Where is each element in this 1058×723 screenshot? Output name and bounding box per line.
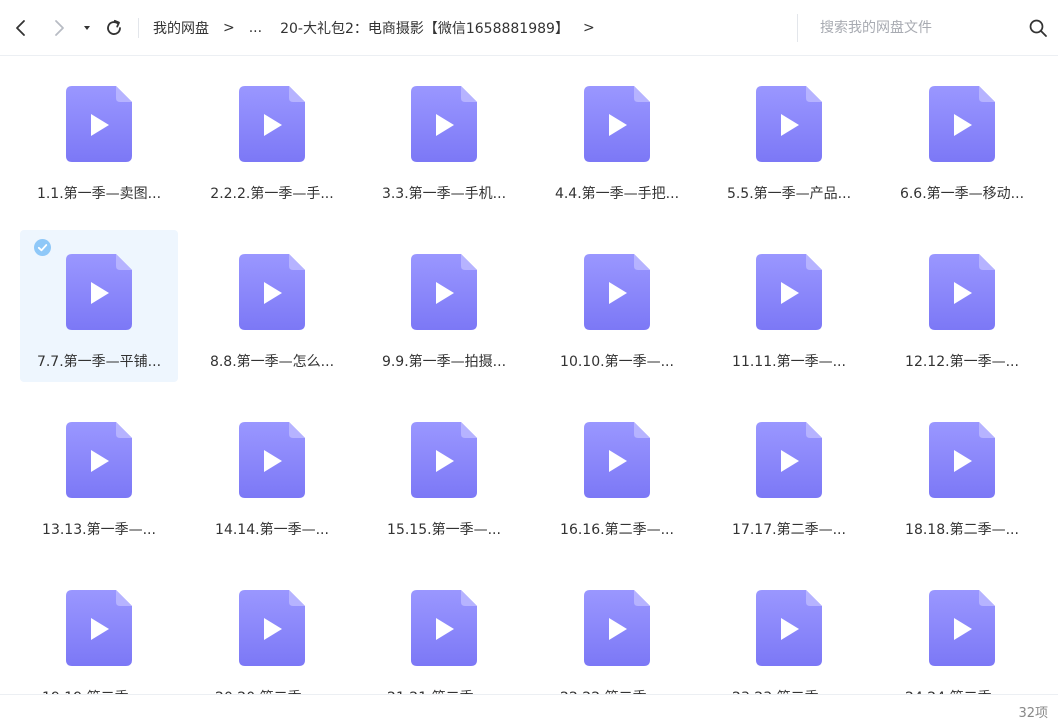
chevron-right-icon <box>55 20 64 36</box>
checkmark-icon[interactable] <box>34 239 51 256</box>
file-name: 19.19.第二季—... <box>20 687 178 694</box>
file-name: 11.11.第一季—... <box>732 354 846 370</box>
file-name: 17.17.第二季—... <box>732 522 846 538</box>
file-name: 22.22.第二季—... <box>538 687 696 694</box>
file-name: 3.3.第一季—手机... <box>381 186 507 202</box>
video-file-icon <box>584 422 650 498</box>
file-item[interactable]: 11.11.第一季—... <box>710 230 868 382</box>
video-file-icon <box>584 254 650 330</box>
video-file-icon <box>239 590 305 666</box>
video-file-icon <box>756 86 822 162</box>
file-item[interactable]: 6.6.第一季—移动... <box>883 62 1041 214</box>
file-item[interactable]: 18.18.第二季—... <box>883 398 1041 550</box>
file-name: 9.9.第一季—拍摄... <box>381 354 507 370</box>
breadcrumb-root[interactable]: 我的网盘 <box>153 18 209 38</box>
file-name: 7.7.第一季—平铺... <box>36 354 162 370</box>
video-file-icon <box>929 86 995 162</box>
file-name: 23.23.第二季—... <box>710 687 868 694</box>
video-file-icon <box>411 590 477 666</box>
video-file-icon <box>239 422 305 498</box>
file-item[interactable]: 2.2.2.第一季—手... <box>193 62 351 214</box>
file-name: 20.20.第二季—... <box>193 687 351 694</box>
file-item[interactable]: 3.3.第一季—手机... <box>365 62 523 214</box>
file-name: 21.21.第二季—... <box>365 687 523 694</box>
file-item[interactable]: 4.4.第一季—手把... <box>538 62 696 214</box>
video-file-icon <box>411 422 477 498</box>
video-file-icon <box>929 254 995 330</box>
file-item[interactable]: 17.17.第二季—... <box>710 398 868 550</box>
video-file-icon <box>66 422 132 498</box>
file-name: 1.1.第一季—卖图... <box>36 186 162 202</box>
video-file-icon <box>66 86 132 162</box>
file-item[interactable]: 20.20.第二季—... <box>193 566 351 694</box>
file-name: 4.4.第一季—手把... <box>554 186 680 202</box>
back-button[interactable] <box>9 16 33 40</box>
video-file-icon <box>584 590 650 666</box>
video-file-icon <box>66 590 132 666</box>
video-file-icon <box>411 254 477 330</box>
file-name: 6.6.第一季—移动... <box>899 186 1025 202</box>
file-name: 24.24.第二季—... <box>883 687 1041 694</box>
video-file-icon <box>66 254 132 330</box>
file-item[interactable]: 7.7.第一季—平铺... <box>20 230 178 382</box>
video-file-icon <box>411 86 477 162</box>
file-name: 18.18.第二季—... <box>905 522 1019 538</box>
file-item[interactable]: 13.13.第一季—... <box>20 398 178 550</box>
toolbar: 我的网盘 > ... 20-大礼包2：电商摄影【微信1658881989】 > <box>0 0 1058 56</box>
video-file-icon <box>756 590 822 666</box>
file-item[interactable]: 16.16.第二季—... <box>538 398 696 550</box>
video-file-icon <box>584 86 650 162</box>
file-grid: 1.1.第一季—卖图... 2.2.2.第一季—手... 3.3.第一季—手机...… <box>20 62 1056 694</box>
file-item[interactable]: 1.1.第一季—卖图... <box>20 62 178 214</box>
video-file-icon <box>929 422 995 498</box>
video-file-icon <box>756 254 822 330</box>
file-name: 5.5.第一季—产品... <box>726 186 852 202</box>
file-item[interactable]: 5.5.第一季—产品... <box>710 62 868 214</box>
video-file-icon <box>756 422 822 498</box>
caret-down-icon <box>84 26 90 30</box>
file-item[interactable]: 10.10.第一季—... <box>538 230 696 382</box>
toolbar-divider <box>138 18 139 38</box>
breadcrumb-separator: > <box>223 20 235 36</box>
file-name: 2.2.2.第一季—手... <box>210 186 334 202</box>
file-item[interactable]: 21.21.第二季—... <box>365 566 523 694</box>
search-box <box>797 14 1058 42</box>
file-item[interactable]: 8.8.第一季—怎么... <box>193 230 351 382</box>
file-item[interactable]: 22.22.第二季—... <box>538 566 696 694</box>
breadcrumb-ellipsis[interactable]: ... <box>249 20 262 36</box>
history-dropdown-button[interactable] <box>76 16 98 40</box>
breadcrumb-separator[interactable]: > <box>583 20 595 36</box>
refresh-button[interactable] <box>102 16 126 40</box>
file-item[interactable]: 15.15.第一季—... <box>365 398 523 550</box>
file-item[interactable]: 12.12.第一季—... <box>883 230 1041 382</box>
file-name: 8.8.第一季—怎么... <box>209 354 335 370</box>
file-name: 13.13.第一季—... <box>42 522 156 538</box>
file-item[interactable]: 19.19.第二季—... <box>20 566 178 694</box>
refresh-icon <box>107 19 121 35</box>
breadcrumb: 我的网盘 > ... 20-大礼包2：电商摄影【微信1658881989】 > <box>153 0 609 56</box>
file-name: 15.15.第一季—... <box>387 522 501 538</box>
breadcrumb-current-folder[interactable]: 20-大礼包2：电商摄影【微信1658881989】 <box>280 18 569 38</box>
search-input[interactable] <box>820 17 1010 39</box>
chevron-left-icon <box>16 20 25 36</box>
file-name: 12.12.第一季—... <box>905 354 1019 370</box>
file-name: 16.16.第二季—... <box>560 522 674 538</box>
file-name: 14.14.第一季—... <box>215 522 329 538</box>
search-icon[interactable] <box>1028 18 1048 38</box>
video-file-icon <box>239 86 305 162</box>
file-name: 10.10.第一季—... <box>560 354 674 370</box>
forward-button[interactable] <box>47 16 71 40</box>
video-file-icon <box>239 254 305 330</box>
file-item[interactable]: 23.23.第二季—... <box>710 566 868 694</box>
item-count: 32项 <box>1018 706 1048 721</box>
file-item[interactable]: 9.9.第一季—拍摄... <box>365 230 523 382</box>
video-file-icon <box>929 590 995 666</box>
file-item[interactable]: 24.24.第二季—... <box>883 566 1041 694</box>
file-item[interactable]: 14.14.第一季—... <box>193 398 351 550</box>
status-bar: 32项 <box>0 694 1058 723</box>
